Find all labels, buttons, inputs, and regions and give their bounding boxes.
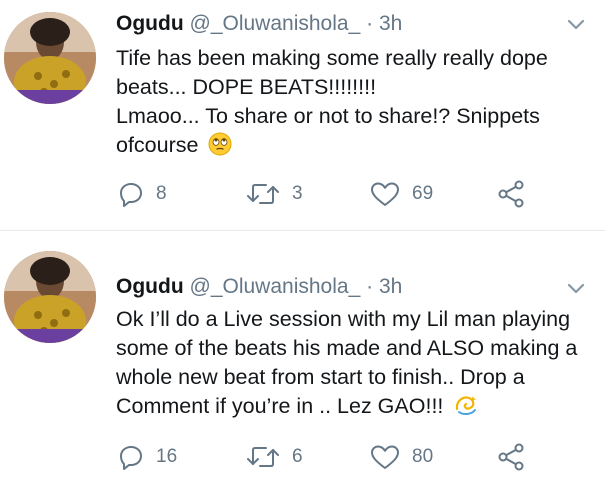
chevron-down-icon[interactable] <box>567 16 585 34</box>
avatar[interactable] <box>4 251 96 343</box>
reply-count: 8 <box>156 183 167 204</box>
like-count: 69 <box>412 183 434 204</box>
reply-count: 16 <box>156 446 178 467</box>
timestamp[interactable]: 3h <box>379 275 402 298</box>
user-handle[interactable]: @_Oluwanishola_ <box>190 275 361 298</box>
like-icon <box>371 182 399 206</box>
tweet-actions: 8 3 69 <box>118 178 538 210</box>
share-icon <box>498 180 524 208</box>
tweet-header: Ogudu @_Oluwanishola_ · 3h <box>116 273 402 301</box>
retweet-button[interactable]: 3 <box>246 178 303 210</box>
tweet-actions: 16 6 80 <box>118 441 538 473</box>
tweet[interactable]: Ogudu @_Oluwanishola_ · 3h Tife has been… <box>0 0 605 230</box>
eye-roll-emoji-icon <box>208 132 232 156</box>
reply-icon <box>120 183 142 207</box>
tweet-header: Ogudu @_Oluwanishola_ · 3h <box>116 10 402 38</box>
share-button[interactable] <box>498 178 526 210</box>
tweet-text-line: beats... DOPE BEATS!!!!!!!! <box>116 75 377 99</box>
tweet-text-line: some of the beats his made and ALSO maki… <box>116 336 578 360</box>
retweet-icon <box>247 184 279 204</box>
user-handle[interactable]: @_Oluwanishola_ <box>190 12 361 35</box>
tweet-text-line: ofcourse <box>116 133 199 157</box>
like-button[interactable]: 69 <box>370 178 433 210</box>
tweet-text-line: Tife has been making some really really … <box>116 46 548 70</box>
like-count: 80 <box>412 446 434 467</box>
retweet-icon <box>247 447 279 467</box>
tweet-text: Ok I’ll do a Live session with my Lil ma… <box>116 305 596 421</box>
share-icon <box>498 443 524 471</box>
retweet-button[interactable]: 6 <box>246 441 303 473</box>
timestamp[interactable]: 3h <box>379 12 402 35</box>
tweet[interactable]: Ogudu @_Oluwanishola_ · 3h Ok I’ll do a … <box>0 231 605 482</box>
display-name[interactable]: Ogudu <box>116 12 184 35</box>
dizzy-emoji-icon <box>456 396 477 416</box>
tweet-text-line: Ok I’ll do a Live session with my Lil ma… <box>116 307 571 331</box>
chevron-down-icon[interactable] <box>567 280 585 298</box>
tweet-text-line: Lmaoo... To share or not to share!? Snip… <box>116 104 540 128</box>
like-button[interactable]: 80 <box>370 441 433 473</box>
tweet-text-line: Comment if you’re in .. Lez GAO!!! <box>116 394 444 418</box>
reply-button[interactable]: 8 <box>118 178 167 210</box>
avatar[interactable] <box>4 12 96 104</box>
separator-dot: · <box>366 12 374 35</box>
like-icon <box>371 445 399 469</box>
display-name[interactable]: Ogudu <box>116 275 184 298</box>
reply-icon <box>120 446 142 470</box>
retweet-count: 3 <box>292 183 303 204</box>
retweet-count: 6 <box>292 446 303 467</box>
tweet-text-line: whole new beat from start to finish.. Dr… <box>116 365 525 389</box>
tweet-text: Tife has been making some really really … <box>116 44 596 160</box>
reply-button[interactable]: 16 <box>118 441 177 473</box>
share-button[interactable] <box>498 441 526 473</box>
separator-dot: · <box>366 275 374 298</box>
